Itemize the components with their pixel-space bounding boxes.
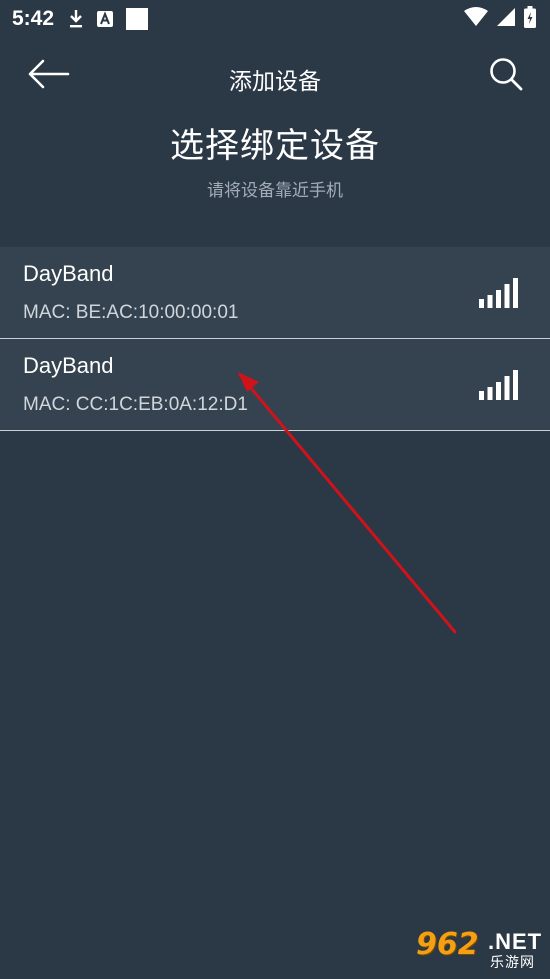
cellular-icon — [496, 7, 516, 31]
device-list: DayBand MAC: BE:AC:10:00:00:01 DayBand M… — [0, 247, 550, 431]
signal-strength-icon — [479, 369, 519, 400]
status-time: 5:42 — [12, 7, 55, 30]
search-button[interactable] — [486, 56, 526, 96]
heading: 选择绑定设备 — [170, 126, 380, 166]
status-bar: 5:42 — [0, 0, 550, 38]
watermark-number: 962 — [416, 927, 479, 962]
search-icon — [488, 56, 524, 96]
device-name: DayBand — [23, 261, 114, 286]
download-icon — [68, 9, 84, 29]
device-list-item[interactable]: DayBand MAC: BE:AC:10:00:00:01 — [0, 247, 550, 339]
device-name: DayBand — [23, 353, 114, 378]
keyboard-a-icon — [96, 10, 114, 28]
battery-icon — [524, 6, 536, 32]
page-title: 添加设备 — [229, 69, 321, 95]
square-icon — [126, 8, 149, 30]
wifi-icon — [464, 7, 488, 31]
subheading: 请将设备靠近手机 — [207, 181, 343, 201]
device-mac: MAC: CC:1C:EB:0A:12:D1 — [23, 394, 248, 415]
signal-strength-icon — [479, 277, 519, 308]
device-list-item[interactable]: DayBand MAC: CC:1C:EB:0A:12:D1 — [0, 339, 550, 431]
device-mac: MAC: BE:AC:10:00:00:01 — [23, 302, 239, 323]
watermark-site: 乐游网 — [490, 955, 535, 971]
app-bar: 添加设备 — [0, 50, 550, 102]
watermark-logo: 962 .NET 乐游网 — [416, 927, 544, 971]
